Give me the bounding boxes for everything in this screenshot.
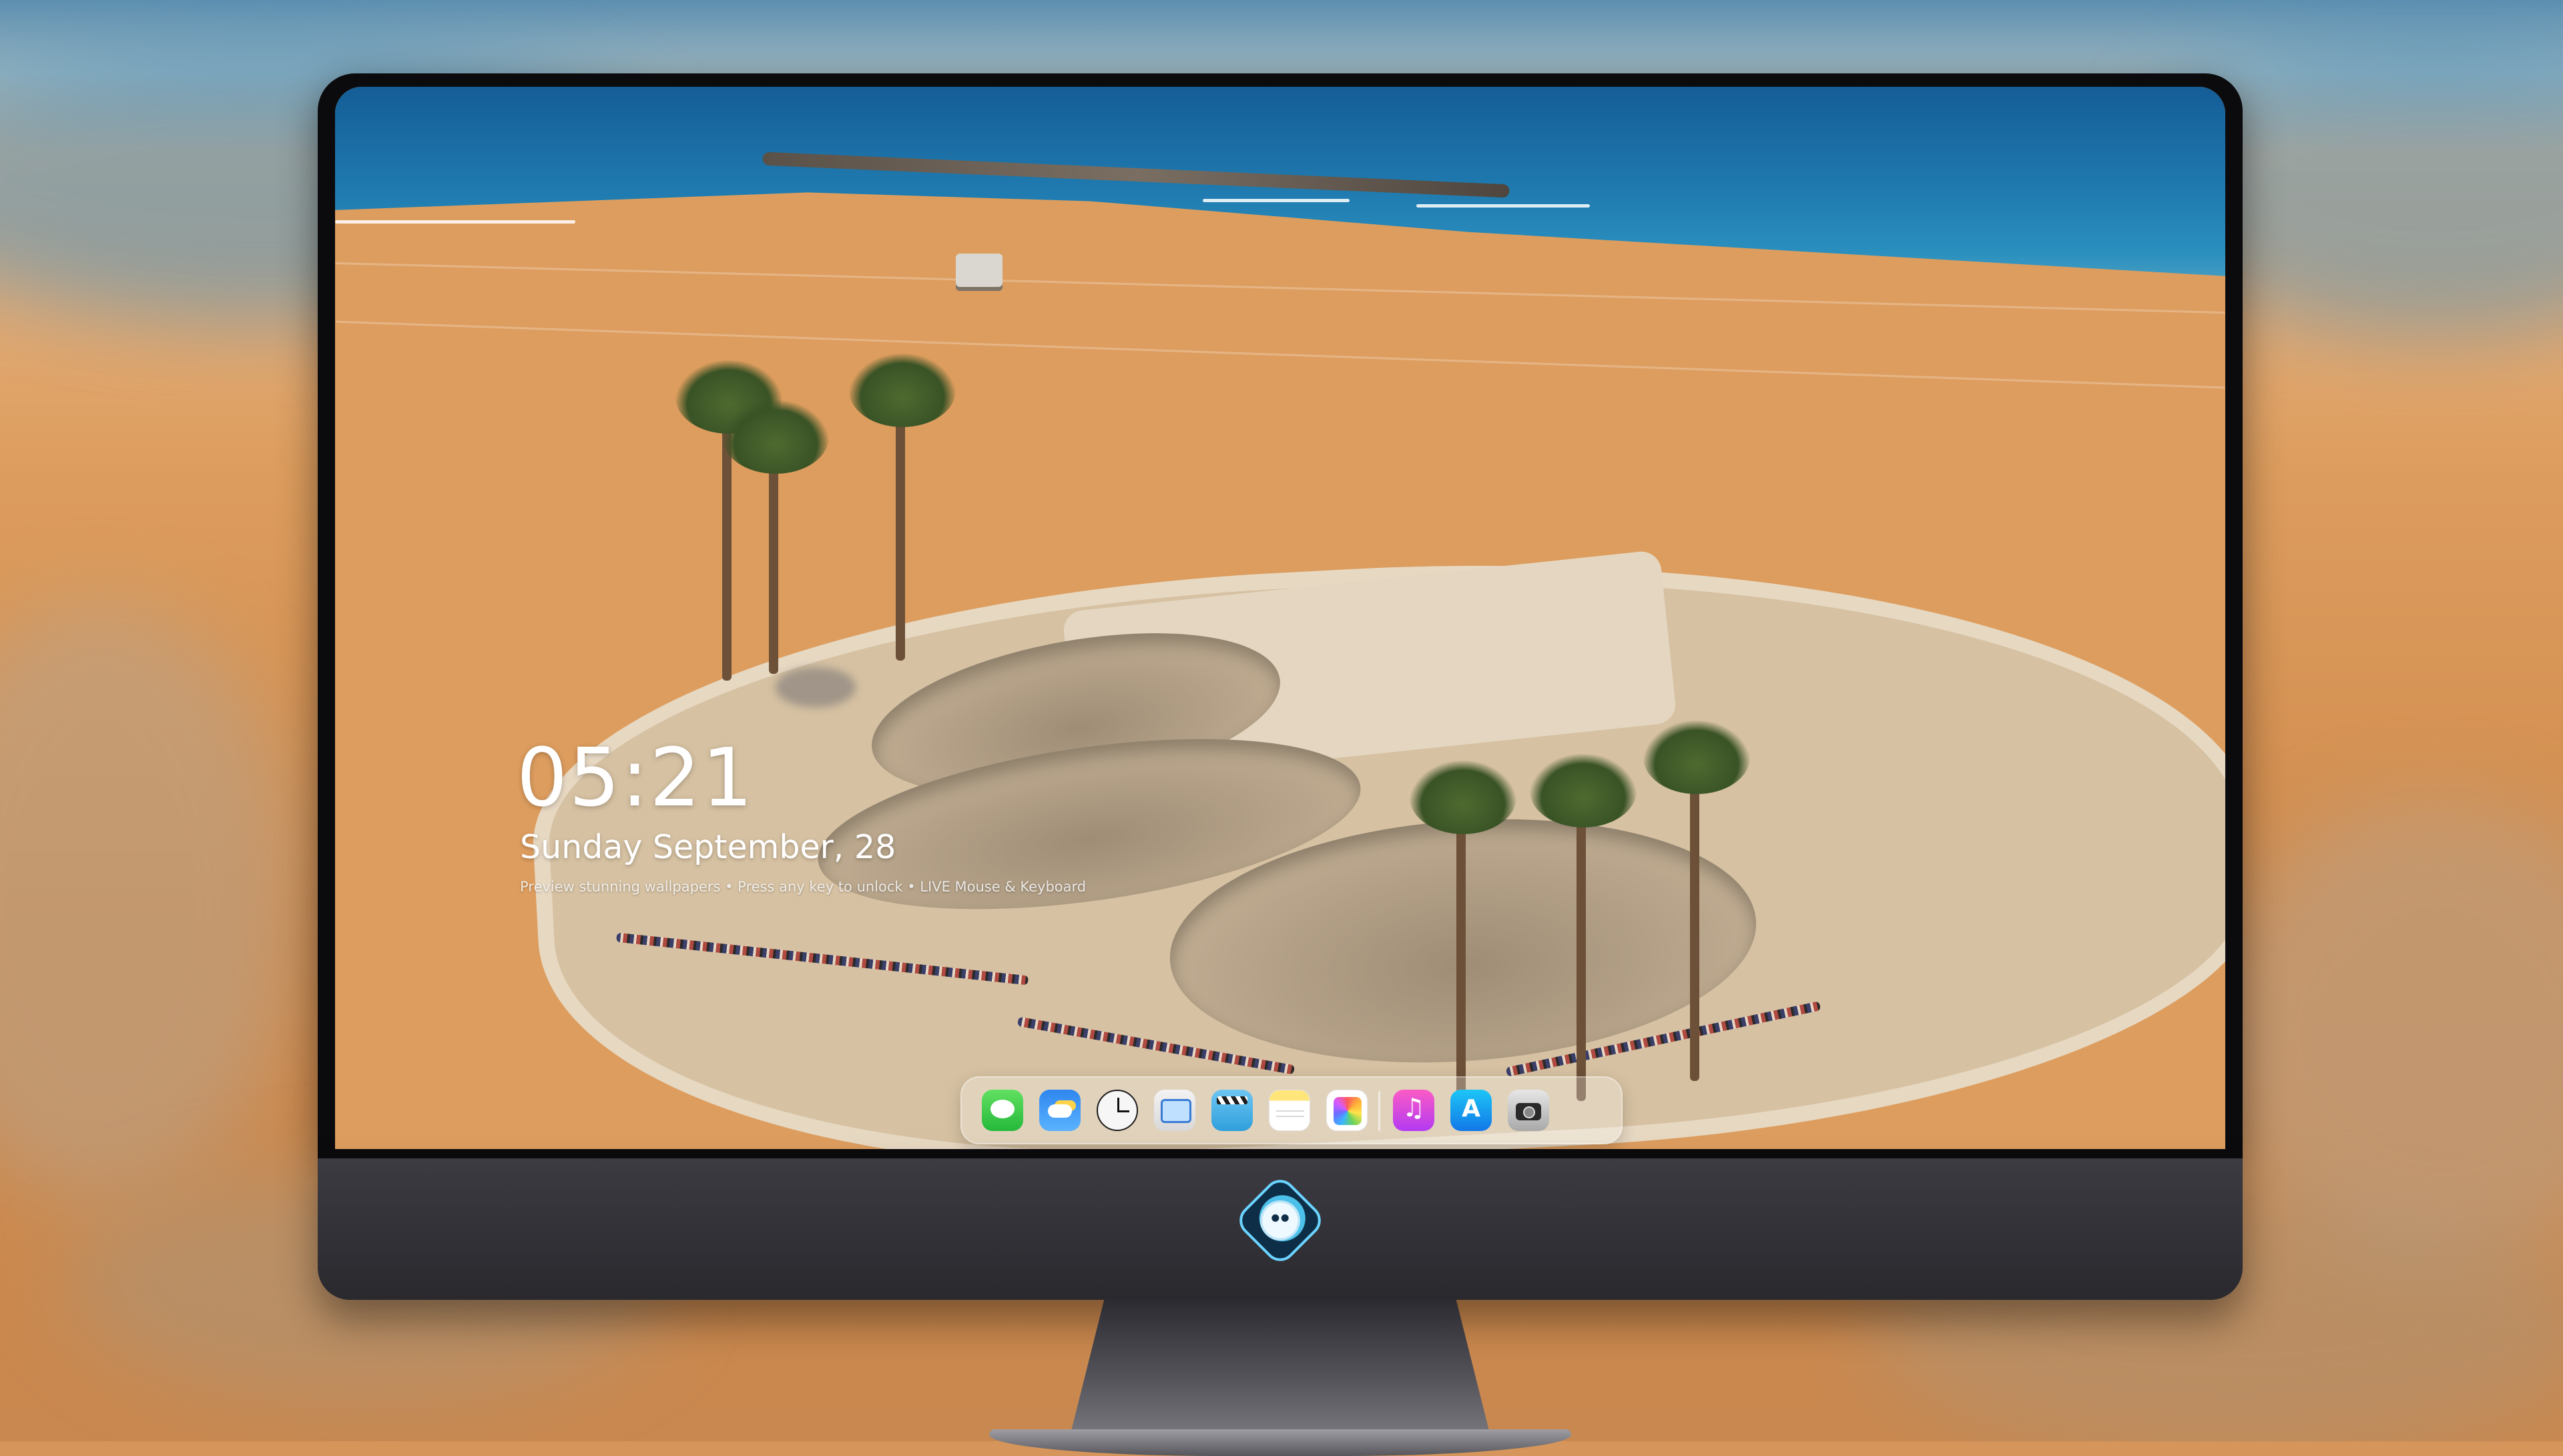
wallpaper-surf [1203,199,1350,202]
wallpaper-surf [335,220,575,224]
weather-icon[interactable] [1039,1090,1081,1131]
dock [960,1076,1623,1144]
wallpaper-sand-track [335,262,2225,314]
lock-hint-text: Preview stunning wallpapers • Press any … [520,879,1087,895]
notes-icon[interactable] [1269,1090,1310,1131]
wallpaper-sand-track [335,320,2225,389]
monitor-bezel: 05:21 Sunday September, 28 Preview stunn… [318,73,2243,1160]
wallpaper-palm-fronds [1410,761,1516,834]
wallpaper-palm-trunk [1577,794,1586,1101]
dock-separator [1378,1091,1380,1131]
lock-date: Sunday September, 28 [520,828,896,866]
wallpaper-palm-trunk [896,394,905,661]
wallpaper-surf [1416,204,1590,208]
lock-screen-display[interactable]: 05:21 Sunday September, 28 Preview stunn… [335,87,2225,1149]
clock-icon[interactable] [1097,1090,1138,1131]
desktop-monitor: 05:21 Sunday September, 28 Preview stunn… [318,73,2243,1456]
wallpaper-palm-trunk [1456,801,1466,1108]
wallpaper-tree-shadow [776,667,856,707]
wallpaper-palm-fronds [1643,721,1750,794]
app-store-icon[interactable] [1450,1090,1492,1131]
wallpaper-palm-trunk [1690,761,1699,1081]
messages-icon[interactable] [982,1090,1023,1131]
monitor-stand-neck [1071,1300,1490,1433]
wallpaper-palm-fronds [849,354,956,427]
camera-icon[interactable] [1508,1090,1549,1131]
preview-icon[interactable] [1154,1090,1195,1131]
wallpaper-lifeguard-tower [956,254,1003,287]
wallpaper-palm-fronds [722,400,829,474]
monitor-stand-foot [989,1429,1571,1456]
lock-clock-time: 05:21 [517,732,754,825]
wallpaper-palm-fronds [1530,754,1637,827]
music-icon[interactable] [1393,1090,1434,1131]
clapperboard-icon[interactable] [1211,1090,1253,1131]
wallpaper-ocean [335,87,2225,276]
photos-icon[interactable] [1326,1090,1368,1131]
wolf-mascot-face-icon [1260,1200,1300,1240]
